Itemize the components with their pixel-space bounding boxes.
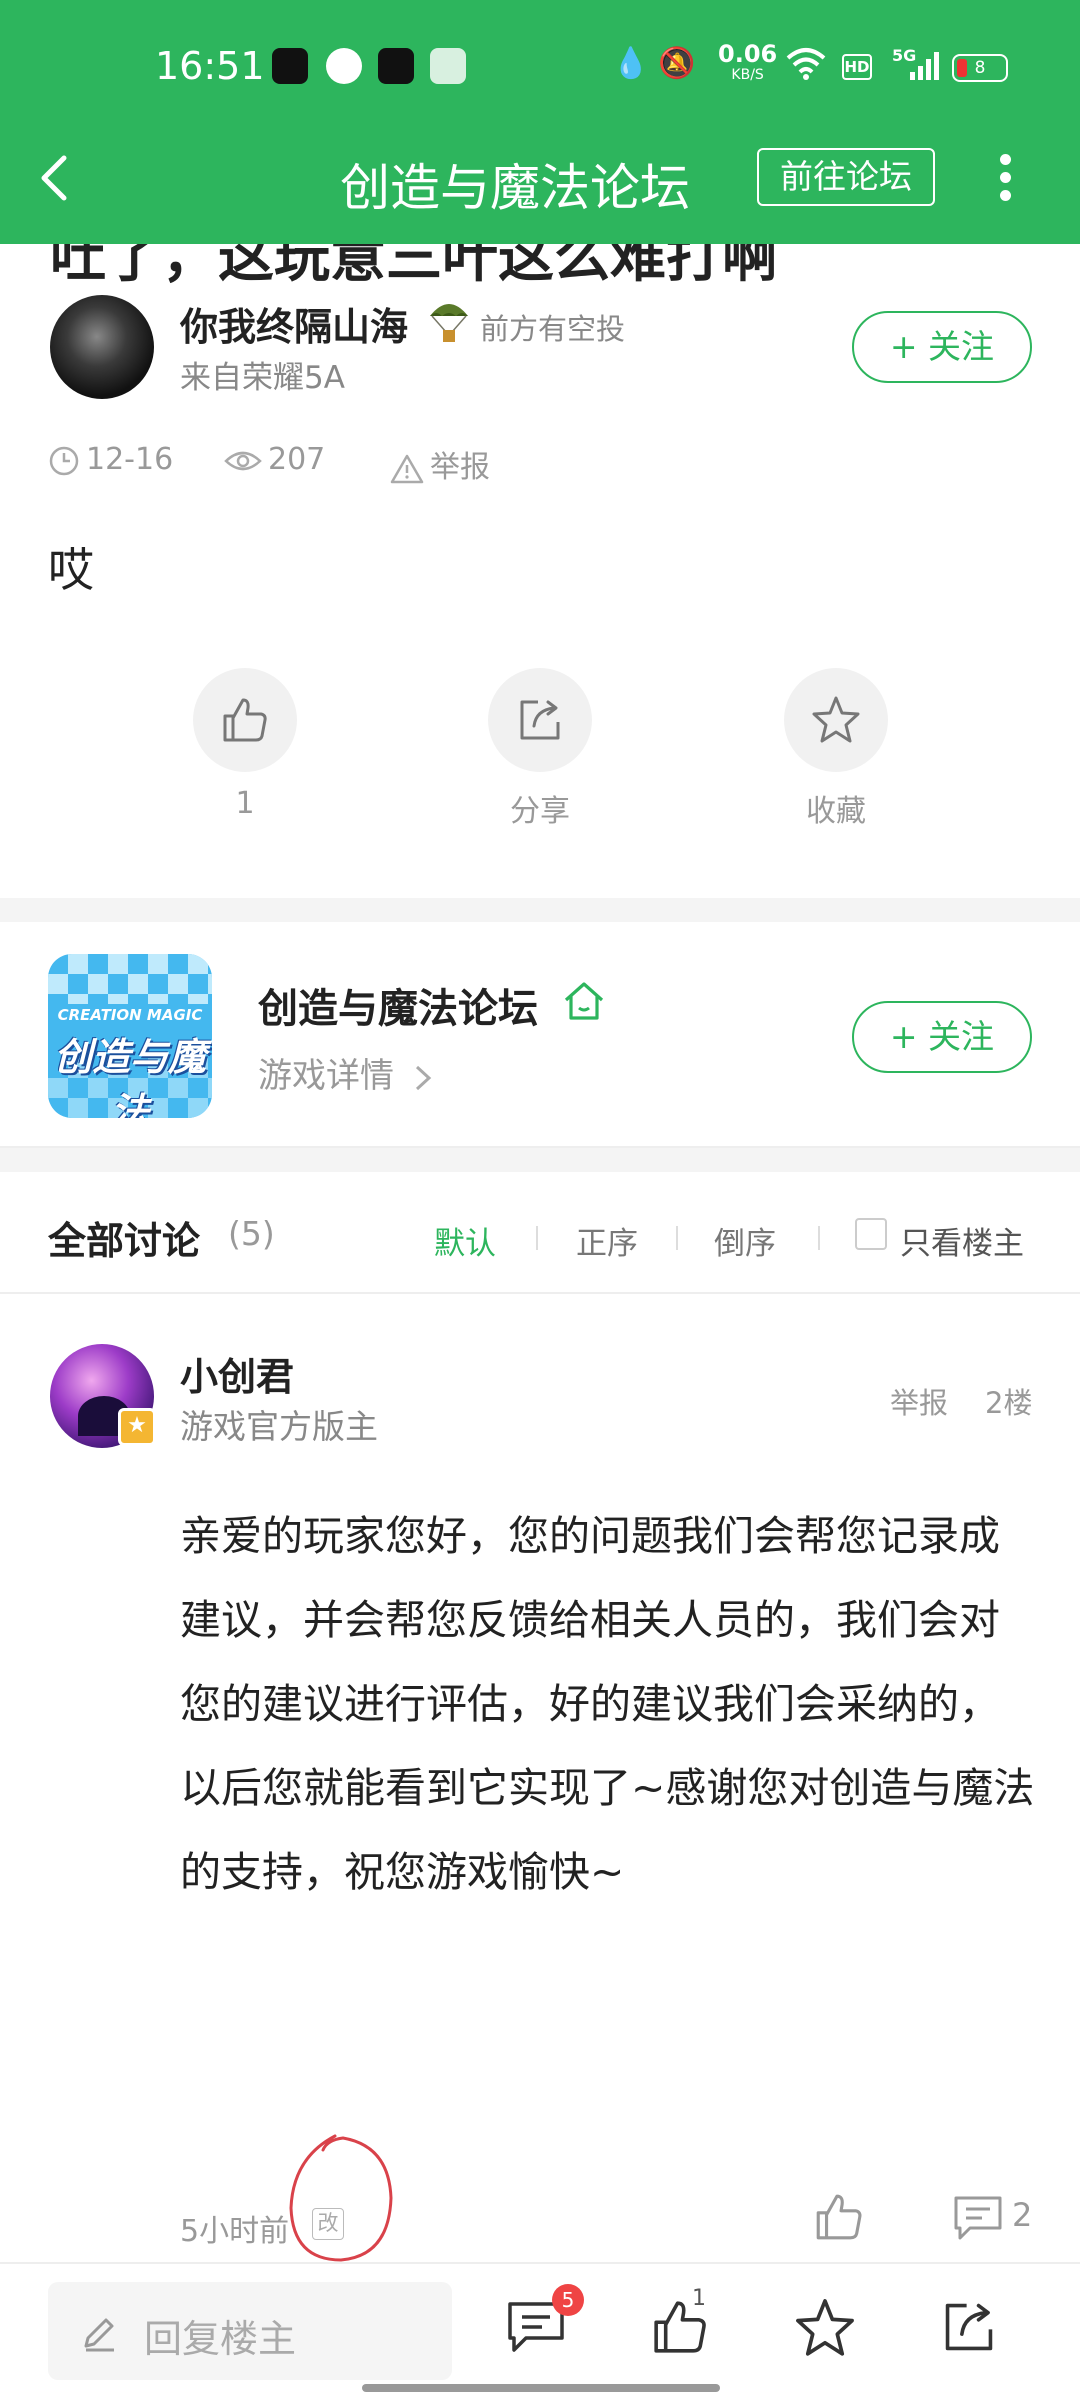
divider bbox=[818, 1226, 820, 1250]
chevron-right-icon bbox=[415, 1065, 432, 1090]
sort-descending-tab[interactable]: 倒序 bbox=[714, 1218, 776, 1263]
discussion-count: (5) bbox=[228, 1214, 275, 1253]
browser-app-icon bbox=[326, 48, 362, 84]
forum-name[interactable]: 创造与魔法论坛 bbox=[258, 976, 538, 1034]
capcut-icon bbox=[378, 48, 414, 84]
author-device: 来自荣耀5A bbox=[180, 360, 345, 396]
share-post-button[interactable] bbox=[488, 668, 592, 772]
commenter-name[interactable]: 小创君 bbox=[180, 1346, 294, 1401]
tiktok-icon bbox=[272, 48, 308, 84]
only-host-label[interactable]: 只看楼主 bbox=[900, 1218, 1024, 1263]
mute-icon: 🔕 bbox=[658, 46, 696, 81]
game-logo[interactable]: CREATION MAGIC 创造与魔法 bbox=[48, 954, 212, 1118]
comment-time: 5小时前 bbox=[180, 2214, 290, 2249]
eye-icon bbox=[224, 451, 262, 470]
status-bar: 16:51 💧 🔕 0.06 KB/S HD 5G 8 bbox=[0, 0, 1080, 140]
parachute-icon bbox=[430, 304, 468, 342]
warning-icon bbox=[390, 454, 424, 483]
star-icon bbox=[812, 696, 860, 743]
app-header: 16:51 💧 🔕 0.06 KB/S HD 5G 8 创造与魔法论坛 前往论坛 bbox=[0, 0, 1080, 244]
comment-body: 亲爱的玩家您好，您的问题我们会帮您记录成建议，并会帮您反馈给相关人员的，我们会对… bbox=[180, 1512, 1035, 1896]
sort-ascending-tab[interactable]: 正序 bbox=[576, 1218, 638, 1263]
author-avatar[interactable] bbox=[50, 295, 154, 399]
comments-badge: 5 bbox=[552, 2284, 584, 2316]
home-icon bbox=[564, 982, 604, 1020]
divider bbox=[676, 1226, 678, 1250]
net-speed: 0.06 KB/S bbox=[718, 40, 778, 83]
follow-forum-button[interactable]: + 关注 bbox=[852, 1001, 1032, 1073]
like-count: 1 bbox=[235, 786, 255, 821]
pencil-icon bbox=[84, 2318, 114, 2352]
hd-badge: HD bbox=[842, 54, 872, 80]
page-title: 创造与魔法论坛 bbox=[340, 159, 690, 217]
more-options-icon[interactable] bbox=[986, 148, 1026, 208]
post-date: 12-16 bbox=[48, 442, 173, 477]
go-to-forum-button[interactable]: 前往论坛 bbox=[757, 148, 935, 206]
comment-reply-icon[interactable] bbox=[952, 2192, 1004, 2242]
favorite-post-button[interactable] bbox=[784, 668, 888, 772]
share-label: 分享 bbox=[510, 794, 570, 829]
wifi-icon bbox=[786, 48, 826, 80]
favorite-label: 收藏 bbox=[806, 794, 866, 829]
signal-icon bbox=[910, 50, 939, 80]
report-comment-link[interactable]: 举报 bbox=[890, 1380, 948, 1422]
report-post-link[interactable]: 举报 bbox=[390, 442, 490, 486]
back-arrow-icon[interactable] bbox=[28, 150, 84, 206]
section-divider bbox=[0, 898, 1080, 922]
divider bbox=[0, 1292, 1080, 1294]
game-detail-link[interactable]: 游戏详情 bbox=[258, 1048, 435, 1097]
likes-count: 1 bbox=[692, 2286, 706, 2311]
home-indicator[interactable] bbox=[362, 2384, 720, 2392]
only-host-checkbox[interactable] bbox=[855, 1218, 887, 1250]
clock-icon bbox=[49, 446, 79, 475]
author-name[interactable]: 你我终隔山海 bbox=[180, 296, 408, 351]
divider bbox=[536, 1226, 538, 1250]
thumbs-up-icon bbox=[223, 698, 267, 742]
like-post-button[interactable] bbox=[193, 668, 297, 772]
floor-number: 2楼 bbox=[985, 1386, 1033, 1420]
star-icon[interactable] bbox=[792, 2296, 858, 2360]
multitask-app-icon bbox=[430, 48, 466, 84]
section-divider bbox=[0, 1146, 1080, 1172]
share-icon[interactable] bbox=[938, 2296, 1000, 2358]
follow-author-button[interactable]: + 关注 bbox=[852, 311, 1032, 383]
moderator-star-icon: ★ bbox=[118, 1408, 156, 1446]
reply-input[interactable]: 回复楼主 bbox=[48, 2282, 452, 2380]
battery-icon: 8 bbox=[952, 54, 1008, 82]
post-views: 207 bbox=[224, 442, 325, 477]
post-body: 哎 bbox=[48, 543, 94, 597]
discussion-title: 全部讨论 bbox=[48, 1219, 201, 1263]
drop-icon: 💧 bbox=[612, 46, 650, 81]
comment-like-icon[interactable] bbox=[812, 2190, 866, 2244]
share-icon bbox=[520, 700, 560, 740]
status-time: 16:51 bbox=[155, 44, 265, 88]
red-annotation-circle bbox=[289, 2134, 393, 2262]
author-badge: 前方有空投 bbox=[480, 312, 626, 346]
sort-default-tab[interactable]: 默认 bbox=[434, 1218, 496, 1263]
commenter-role: 游戏官方版主 bbox=[180, 1407, 378, 1446]
comment-reply-count: 2 bbox=[1012, 2196, 1033, 2234]
